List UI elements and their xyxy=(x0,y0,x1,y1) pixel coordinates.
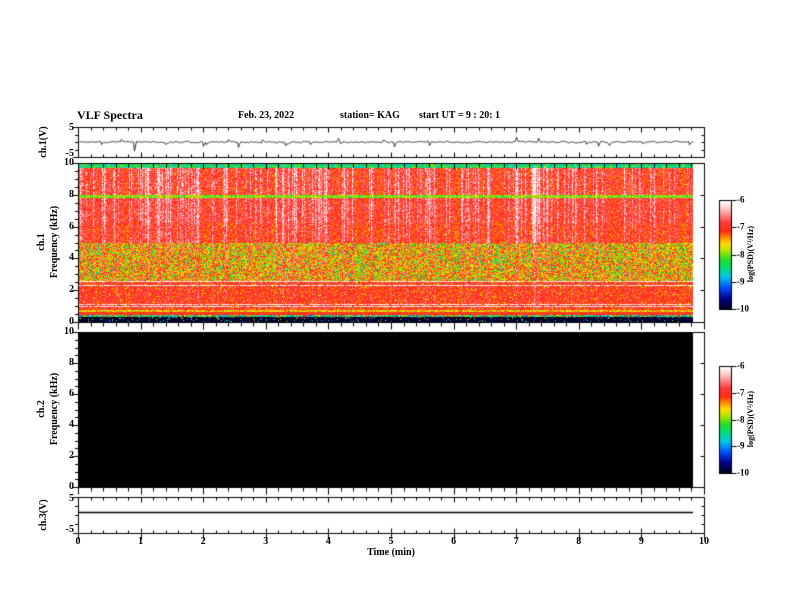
x-tick-label: 0 xyxy=(75,536,81,547)
ch2-freq-tick-label: 2 xyxy=(69,450,74,461)
x-tick-label: 7 xyxy=(513,536,519,547)
ch3-volt-tick-label: 5 xyxy=(69,492,74,504)
ch3-voltage-axis-label: ch.3(V) xyxy=(38,499,49,531)
ch1-colorbar xyxy=(719,200,731,309)
ch1-frequency-axis-label: Frequency (kHz) xyxy=(49,205,60,279)
ch2-freq-tick-label: 4 xyxy=(69,419,74,430)
colorbar1-psd-label: log(PSD)(V²/Hz) xyxy=(746,225,755,283)
colorbar1-tick-label: -10 xyxy=(737,303,749,314)
ch2-frequency-axis-label: Frequency (kHz) xyxy=(49,372,60,446)
colorbar2-tick-label: -8 xyxy=(737,414,745,424)
ch2-freq-tick-label: 8 xyxy=(69,357,74,368)
x-tick-label: 2 xyxy=(200,536,206,547)
ch1-freq-tick-label: 0 xyxy=(69,316,74,327)
ch2-spectrogram-channel-label: ch.2 xyxy=(36,400,47,418)
colorbar2-tick-label: -10 xyxy=(737,467,749,478)
ch2-spectrogram-panel xyxy=(78,332,704,487)
header-station: station= KAG xyxy=(340,110,400,121)
colorbar2-tick-label: -6 xyxy=(737,360,745,371)
ch1-volt-tick-label: 5 xyxy=(69,122,74,133)
ch1-voltage-axis-label: ch.1(V) xyxy=(38,126,49,158)
colorbar1-tick-label: -6 xyxy=(737,194,745,205)
colorbar1-tick-label: -9 xyxy=(737,276,745,287)
header-date: Feb. 23, 2022 xyxy=(238,110,295,121)
ch1-voltage-panel xyxy=(78,127,704,157)
x-tick-label: 4 xyxy=(325,536,331,547)
figure-title: VLF Spectra xyxy=(77,108,143,122)
ch1-freq-tick-label: 2 xyxy=(69,284,74,296)
header-start-ut: start UT = 9 : 20: 1 xyxy=(419,110,501,121)
ch1-freq-tick-label: 6 xyxy=(69,220,74,232)
x-tick-label: 3 xyxy=(263,536,269,547)
time-axis-title: Time (min) xyxy=(367,547,415,558)
colorbar2-tick-label: -9 xyxy=(737,440,745,451)
x-tick-label: 9 xyxy=(638,536,644,547)
ch1-spectrogram-channel-label: ch.1 xyxy=(36,233,47,251)
x-tick-label: 5 xyxy=(388,536,394,547)
ch1-freq-tick-label: 10 xyxy=(64,157,74,168)
ch2-freq-tick-label: 6 xyxy=(69,388,74,399)
colorbar2-tick-label: -7 xyxy=(737,387,745,398)
ch1-volt-tick-label: -5 xyxy=(65,148,74,159)
ch1-spectrogram-panel xyxy=(78,163,704,322)
ch1-freq-tick-label: 8 xyxy=(69,188,74,200)
ch3-volt-tick-label: -5 xyxy=(65,523,74,535)
ch2-freq-tick-label: 10 xyxy=(64,326,74,337)
ch2-freq-tick-label: 0 xyxy=(69,481,74,492)
colorbar1-tick-label: -8 xyxy=(737,249,745,259)
vlf-spectra-figure: VLF Spectra Feb. 23, 2022 station= KAG s… xyxy=(0,0,792,612)
x-tick-label: 8 xyxy=(576,536,582,547)
x-tick-label: 6 xyxy=(451,536,457,547)
ch2-colorbar xyxy=(719,366,731,473)
x-tick-label: 1 xyxy=(138,536,144,547)
ch3-voltage-panel xyxy=(78,497,704,533)
x-tick-label: 10 xyxy=(699,536,709,547)
colorbar2-psd-label: log(PSD)(V²/Hz) xyxy=(746,390,755,448)
colorbar1-tick-label: -7 xyxy=(737,221,745,232)
ch1-freq-tick-label: 4 xyxy=(69,252,74,264)
